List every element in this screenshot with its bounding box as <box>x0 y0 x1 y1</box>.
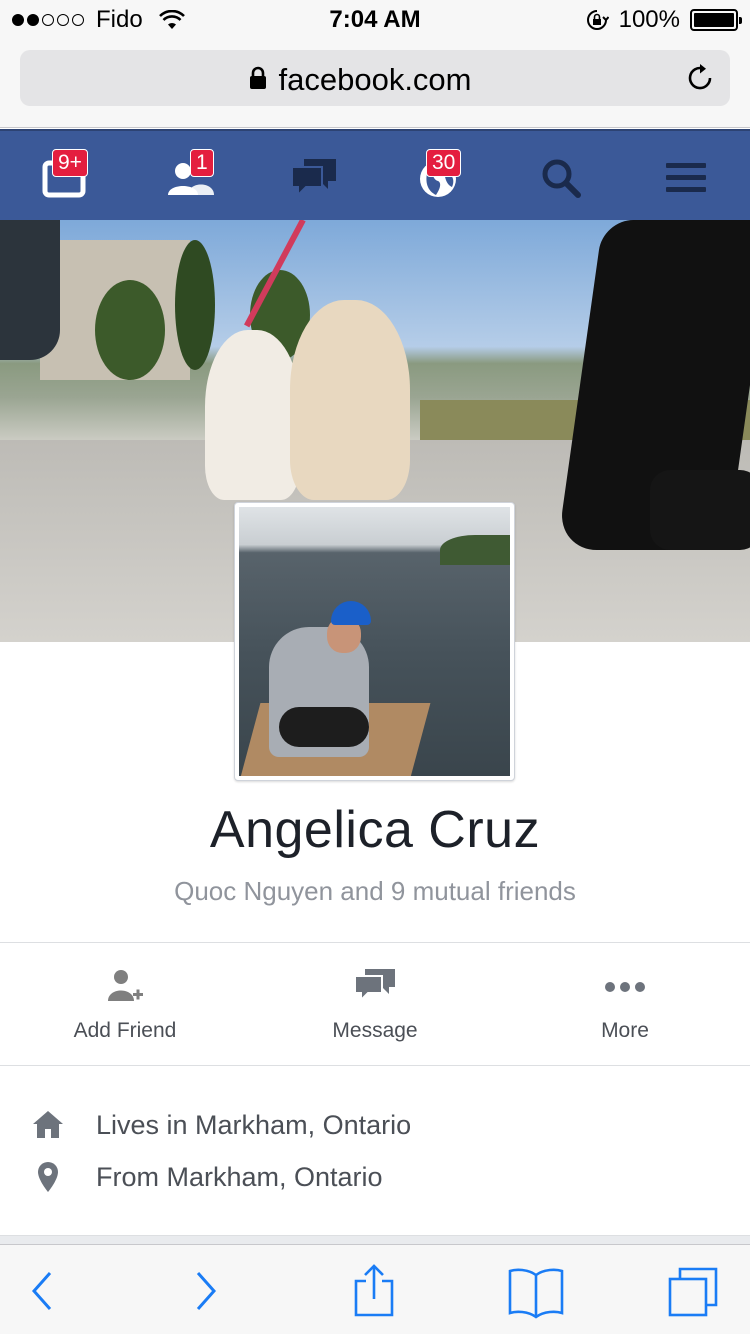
from-row: From Markham, Ontario <box>0 1158 750 1198</box>
message-label: Message <box>332 1019 418 1042</box>
more-button[interactable]: More <box>500 943 750 1065</box>
hamburger-menu-icon <box>666 163 706 192</box>
message-icon <box>354 969 395 1003</box>
from-text[interactable]: From Markham, Ontario <box>96 1162 383 1193</box>
nav-people[interactable]: 1 <box>160 149 220 205</box>
facebook-nav-bar: 9+ 1 30 <box>0 129 750 220</box>
profile-picture[interactable] <box>234 502 515 781</box>
browser-toolbar <box>0 1244 750 1334</box>
add-friend-label: Add Friend <box>73 1019 177 1042</box>
notifications-badge: 30 <box>426 149 462 177</box>
url-text: facebook.com <box>278 62 472 97</box>
rotation-lock-icon <box>586 10 609 30</box>
tabs-icon <box>668 1267 718 1317</box>
section-divider <box>0 1236 750 1244</box>
chevron-left-icon <box>31 1272 52 1310</box>
add-friend-button[interactable]: Add Friend <box>0 943 250 1065</box>
add-friend-icon <box>108 970 143 1001</box>
tabs-button[interactable] <box>664 1263 724 1319</box>
search-icon <box>542 159 581 198</box>
nav-messages[interactable] <box>284 149 344 205</box>
profile-name: Angelica Cruz <box>209 801 541 859</box>
messages-icon <box>291 159 336 198</box>
chevron-right-icon <box>196 1272 217 1310</box>
nav-friend-requests[interactable]: 9+ <box>36 149 96 205</box>
cover-dog-tan <box>290 300 410 500</box>
cover-tree <box>175 240 215 370</box>
profile-actions: Add Friend Message More <box>0 942 750 1066</box>
reload-icon[interactable] <box>684 62 716 94</box>
nav-menu[interactable] <box>658 149 718 205</box>
friend-requests-badge: 9+ <box>52 149 88 177</box>
cover-tree <box>95 280 165 380</box>
message-button[interactable]: Message <box>250 943 500 1065</box>
status-bar: Fido 7:04 AM 100% <box>0 0 750 40</box>
status-right: 100% <box>585 6 742 34</box>
bookmarks-book-icon <box>508 1268 564 1319</box>
forward-button[interactable] <box>178 1263 238 1319</box>
profile-intro: Lives in Markham, Ontario From Markham, … <box>0 1066 750 1236</box>
cover-car <box>0 220 60 360</box>
home-icon <box>33 1111 63 1138</box>
cover-shoe <box>650 470 750 550</box>
share-icon <box>354 1264 394 1317</box>
bookmarks-button[interactable] <box>506 1263 566 1319</box>
people-badge: 1 <box>190 149 214 177</box>
photo-shore <box>440 535 510 565</box>
more-label: More <box>601 1019 649 1042</box>
mutual-friends[interactable]: Quoc Nguyen and 9 mutual friends <box>0 876 750 907</box>
lives-in-text[interactable]: Lives in Markham, Ontario <box>96 1110 411 1141</box>
cover-dog-white <box>205 330 300 500</box>
back-button[interactable] <box>18 1263 78 1319</box>
battery-percent: 100% <box>618 6 680 33</box>
battery-icon <box>690 9 742 31</box>
address-bar[interactable]: facebook.com <box>20 50 730 106</box>
location-pin-icon <box>38 1162 58 1192</box>
more-dots-icon <box>605 982 645 992</box>
nav-search[interactable] <box>532 149 592 205</box>
lives-in-row: Lives in Markham, Ontario <box>0 1106 750 1146</box>
nav-notifications[interactable]: 30 <box>408 149 468 205</box>
browser-chrome: facebook.com <box>0 40 750 128</box>
photo-cap <box>331 601 371 625</box>
profile-photo <box>239 507 510 776</box>
share-button[interactable] <box>346 1263 406 1319</box>
photo-pants <box>279 707 369 747</box>
